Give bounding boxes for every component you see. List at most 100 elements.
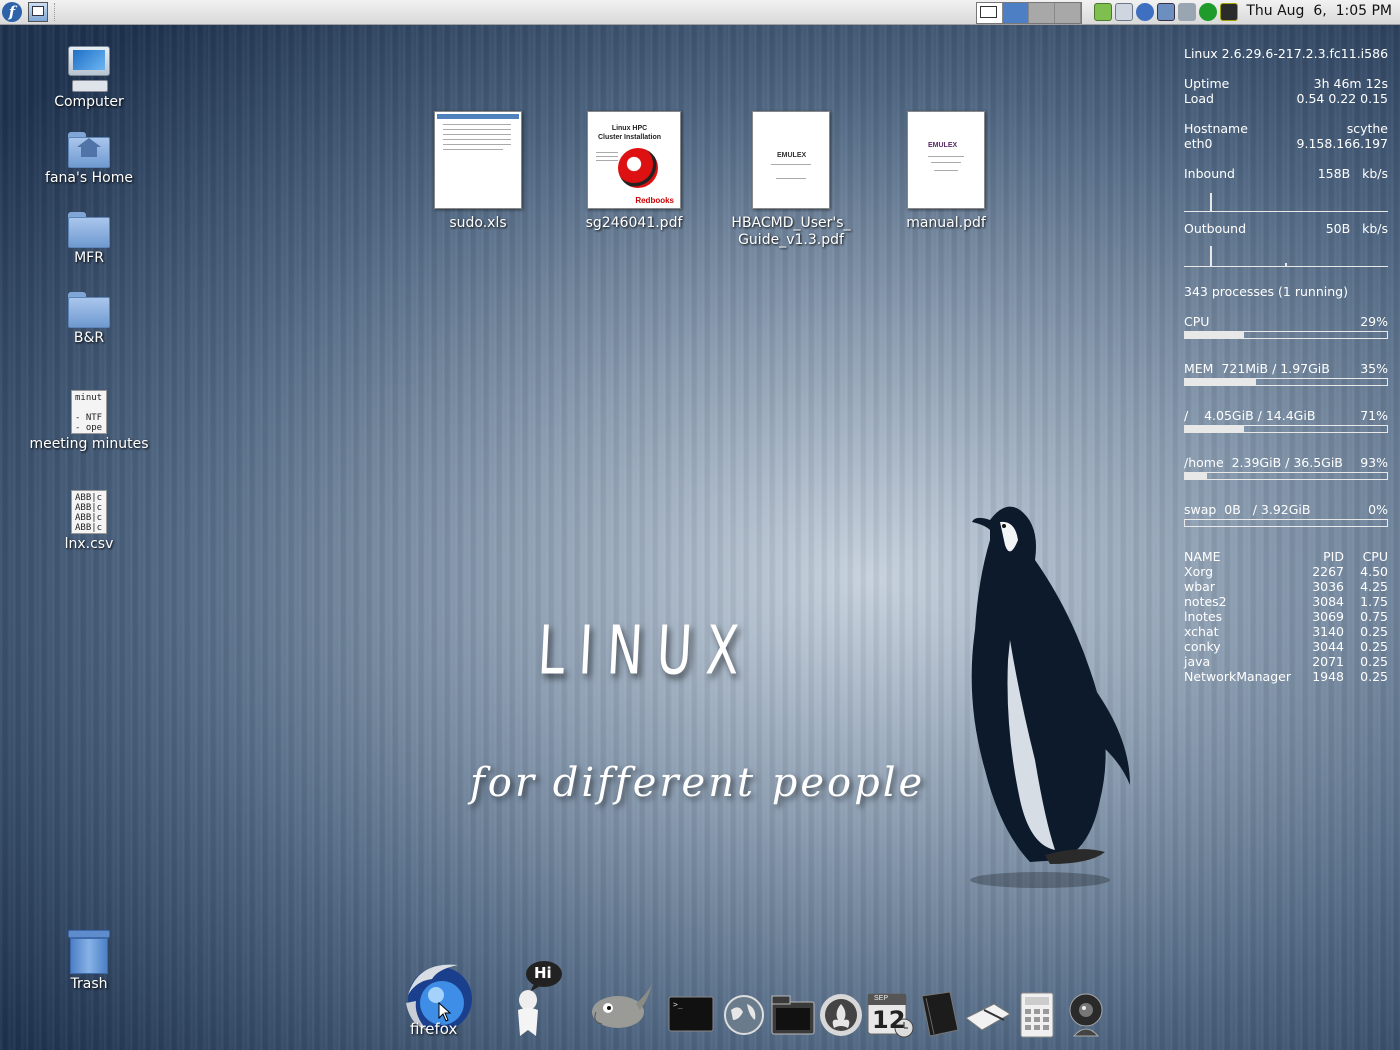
cpu-label: CPU: [1184, 314, 1210, 329]
cpu-bar: [1184, 331, 1388, 339]
process-table-header: NAME PID CPU: [1184, 549, 1388, 564]
dock-notebook[interactable]: [916, 990, 962, 1038]
mem-row: MEM 721MiB / 1.97GiB 35%: [1184, 361, 1388, 376]
inbound-label: Inbound: [1184, 166, 1235, 181]
process-row: xchat 3140 0.25: [1184, 624, 1388, 639]
desktop-icon-br[interactable]: B&R: [14, 292, 164, 346]
pdf-thumbnail: Linux HPC Cluster Installation Redbooks: [587, 111, 681, 209]
desktop-file-hbacmd-pdf[interactable]: EMULEX HBACMD_User's_ Guide_v1.3.pdf: [716, 111, 866, 249]
col-name: NAME: [1184, 549, 1221, 564]
csv-file-icon: ABB|c ABB|c ABB|c ABB|c: [71, 490, 107, 534]
root-fs-row: / 4.05GiB / 14.4GiB 71%: [1184, 408, 1388, 423]
calculator-icon: [1020, 992, 1054, 1038]
workspace-3[interactable]: [1029, 3, 1055, 23]
home-fs-row: /home 2.39GiB / 36.5GiB 93%: [1184, 455, 1388, 470]
redbook-logo: [618, 148, 658, 188]
svg-text:>_: >_: [673, 1000, 683, 1009]
thumbnail-brand: Redbooks: [635, 196, 674, 205]
desktop-file-sg246041-pdf[interactable]: Linux HPC Cluster Installation Redbooks …: [559, 111, 709, 232]
calendar-day: 12: [872, 1006, 906, 1034]
home-folder-icon: [68, 132, 110, 168]
icon-label: sg246041.pdf: [585, 215, 683, 231]
folder-icon: [68, 292, 110, 328]
mem-percent: 35%: [1360, 361, 1388, 376]
updates-icon[interactable]: [1199, 3, 1217, 21]
swap-bar: [1184, 519, 1388, 527]
icon-label: sudo.xls: [449, 215, 507, 231]
fedora-menu-icon[interactable]: f: [2, 2, 22, 22]
dock-terminal[interactable]: >_: [668, 996, 714, 1032]
load-label: Load: [1184, 91, 1214, 106]
kernel-row: Linux 2.6.29.6-217.2.3.fc11.i586: [1184, 46, 1388, 61]
panel-separator: [54, 3, 55, 21]
monitor-icon[interactable]: [1220, 3, 1238, 21]
desktop-icon-trash[interactable]: Trash: [14, 930, 164, 992]
bluetooth-icon[interactable]: [1136, 3, 1154, 21]
icon-label: HBACMD_User's_ Guide_v1.3.pdf: [731, 215, 851, 248]
dock-burner[interactable]: [818, 992, 864, 1038]
desktop-icon-meeting-minutes[interactable]: minut - NTF - ope meeting minutes: [14, 390, 164, 452]
show-desktop-icon[interactable]: [28, 2, 48, 22]
load-value: 0.54 0.22 0.15: [1296, 91, 1388, 106]
icon-label: B&R: [73, 330, 105, 346]
process-row: java 2071 0.25: [1184, 654, 1388, 669]
network-icon[interactable]: [1157, 3, 1175, 21]
inbound-graph: [1184, 183, 1388, 212]
workspace-2[interactable]: [1003, 3, 1029, 23]
desktop-icon-computer[interactable]: Computer: [14, 46, 164, 110]
swap-row: swap 0B / 3.92GiB 0%: [1184, 502, 1388, 517]
desktop-icon-home[interactable]: fana's Home: [14, 132, 164, 186]
dock-calendar[interactable]: SEP 12: [866, 992, 914, 1038]
trash-icon: [68, 930, 110, 974]
outbound-row: Outbound 50B kb/s: [1184, 221, 1388, 236]
terminal-icon: >_: [668, 996, 714, 1032]
top-panel: f Thu Aug 6, 1:05 PM: [0, 0, 1400, 25]
dock-browser[interactable]: [723, 994, 765, 1036]
outbound-label: Outbound: [1184, 221, 1247, 236]
gimp-icon: [592, 984, 652, 1028]
uptime-row: Uptime 3h 46m 12s: [1184, 76, 1388, 91]
thumbnail-title: Linux HPC Cluster Installation: [598, 125, 662, 141]
dock-gimp[interactable]: [588, 982, 654, 1030]
webcam-icon: [1069, 993, 1103, 1037]
home-fs-label: /home 2.39GiB / 36.5GiB: [1184, 455, 1343, 470]
root-fs-label: / 4.05GiB / 14.4GiB: [1184, 408, 1316, 423]
conky-system-monitor: Linux 2.6.29.6-217.2.3.fc11.i586 Uptime 3…: [1184, 46, 1388, 684]
lock-icon[interactable]: [1094, 3, 1112, 21]
icon-label: Computer: [54, 94, 124, 110]
hostname-value: scythe: [1346, 121, 1388, 136]
dock-webcam[interactable]: [1064, 992, 1108, 1038]
dock-calculator[interactable]: [1020, 992, 1054, 1038]
notepad-icon: [965, 1003, 1011, 1031]
dock-pidgin[interactable]: Hi: [508, 960, 566, 1040]
kernel-version: Linux 2.6.29.6-217.2.3.fc11.i586: [1184, 46, 1389, 61]
swap-label: swap 0B / 3.92GiB: [1184, 502, 1311, 517]
inbound-value: 158B kb/s: [1317, 166, 1388, 181]
wallpaper-title: LINUX: [536, 612, 755, 691]
dock-file-manager[interactable]: [770, 994, 816, 1036]
calendar-month: SEP: [874, 995, 889, 1002]
volume-icon[interactable]: [1178, 3, 1196, 21]
desktop-file-manual-pdf[interactable]: EMULEX manual.pdf: [871, 111, 1021, 232]
desktop-file-sudo-xls[interactable]: sudo.xls: [403, 111, 553, 232]
icon-label: manual.pdf: [906, 215, 986, 231]
desktop-icon-mfr[interactable]: MFR: [14, 212, 164, 266]
load-row: Load 0.54 0.22 0.15: [1184, 91, 1388, 106]
icon-label: MFR: [74, 250, 104, 266]
mem-bar: [1184, 378, 1388, 386]
text-file-icon: minut - NTF - ope: [71, 390, 107, 434]
clipboard-icon[interactable]: [1115, 3, 1133, 21]
spreadsheet-thumbnail: [434, 111, 522, 209]
desktop-icon-lnx-csv[interactable]: ABB|c ABB|c ABB|c ABB|c lnx.csv: [14, 490, 164, 552]
system-tray: [1094, 3, 1238, 21]
file-manager-icon: [771, 995, 815, 1035]
swap-percent: 0%: [1368, 502, 1388, 517]
workspace-4[interactable]: [1055, 3, 1081, 23]
col-cpu: CPU: [1362, 549, 1388, 564]
dock-notepad[interactable]: [964, 998, 1012, 1034]
process-row: conky 3044 0.25: [1184, 639, 1388, 654]
process-row: Xorg 2267 4.50: [1184, 564, 1388, 579]
workspace-1[interactable]: [977, 3, 1003, 23]
cpu-row: CPU 29%: [1184, 314, 1388, 329]
clock[interactable]: Thu Aug 6, 1:05 PM: [1246, 3, 1392, 19]
